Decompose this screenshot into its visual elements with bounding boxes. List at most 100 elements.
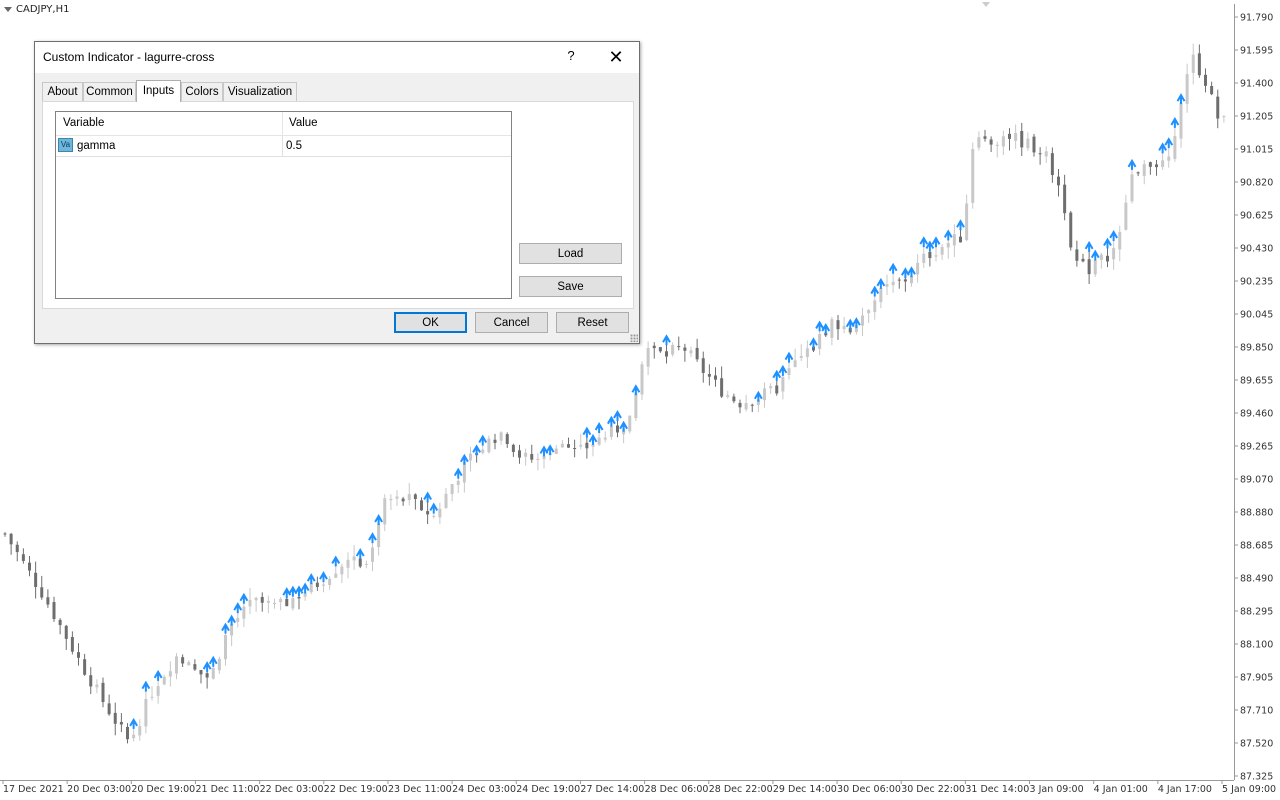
column-value[interactable]: Value xyxy=(289,117,318,129)
candle-body xyxy=(934,255,938,257)
dialog-titlebar[interactable]: Custom Indicator - lagurre-cross ? ✕ xyxy=(35,42,639,73)
price-tick-label: 91.015 xyxy=(1240,145,1273,156)
candle-body xyxy=(126,726,129,740)
candle-body xyxy=(279,598,283,603)
candle-body xyxy=(377,523,381,548)
tab-about[interactable]: About xyxy=(42,82,83,101)
candle-body xyxy=(609,426,613,437)
candle-body xyxy=(830,319,834,338)
price-tick-label: 89.655 xyxy=(1240,376,1273,387)
candle-body xyxy=(89,675,93,687)
close-icon[interactable]: ✕ xyxy=(605,46,627,68)
candle-body xyxy=(340,566,344,575)
price-tick-label: 91.790 xyxy=(1240,13,1273,24)
time-tick-label: 22 Dec 03:00 xyxy=(260,784,324,795)
signal-up-arrow-icon xyxy=(355,548,365,560)
candle-body xyxy=(683,347,687,351)
candle-body xyxy=(628,415,632,432)
candle-body xyxy=(671,345,675,355)
candle-body xyxy=(469,453,472,461)
candle-body xyxy=(1155,164,1158,168)
time-tick-label: 4 Jan 17:00 xyxy=(1158,784,1212,795)
signal-up-arrow-icon xyxy=(870,285,880,297)
price-tick-label: 88.685 xyxy=(1240,541,1273,552)
candle-body xyxy=(315,582,319,587)
signal-up-arrow-icon xyxy=(331,555,341,567)
signal-up-arrow-icon xyxy=(919,236,929,248)
reset-button[interactable]: Reset xyxy=(556,312,629,333)
variable-type-icon: Va xyxy=(58,138,73,152)
tab-inputs[interactable]: Inputs xyxy=(136,80,181,102)
signal-up-arrow-icon xyxy=(943,229,953,241)
candle-body xyxy=(193,664,197,670)
candle-body xyxy=(144,698,148,727)
candle-body xyxy=(1099,254,1103,260)
candle-body xyxy=(781,377,785,392)
dropdown-triangle-icon[interactable] xyxy=(4,6,12,12)
price-tick-label: 90.235 xyxy=(1240,277,1273,288)
time-tick-label: 17 Dec 2021 xyxy=(3,784,64,795)
time-tick-label: 3 Jan 09:00 xyxy=(1030,784,1084,795)
price-tick-label: 90.045 xyxy=(1240,310,1273,321)
candle-body xyxy=(175,656,178,674)
price-tick-label: 88.295 xyxy=(1240,607,1273,618)
candle-body xyxy=(1069,212,1073,248)
signal-up-arrow-icon xyxy=(1109,229,1118,241)
signal-up-arrow-icon xyxy=(1164,137,1174,149)
candle-body xyxy=(903,279,907,282)
symbol-text: CADJPY,H1 xyxy=(16,4,70,15)
signal-up-arrow-icon xyxy=(460,453,469,465)
column-variable[interactable]: Variable xyxy=(63,117,104,129)
resize-grip-icon[interactable] xyxy=(630,334,638,342)
variable-value[interactable]: 0.5 xyxy=(286,140,302,152)
candle-body xyxy=(505,434,509,445)
ok-button[interactable]: OK xyxy=(394,312,467,333)
signal-up-arrow-icon xyxy=(631,384,641,396)
signal-up-arrow-icon xyxy=(876,277,886,289)
dialog-title: Custom Indicator - lagurre-cross xyxy=(43,50,215,64)
candle-body xyxy=(732,396,736,402)
signal-up-arrow-icon xyxy=(429,502,439,514)
candle-body xyxy=(40,587,44,598)
candle-body xyxy=(922,253,926,263)
tab-visualization[interactable]: Visualization xyxy=(223,82,297,101)
table-row[interactable]: Va gamma 0.5 xyxy=(56,136,511,157)
candle-body xyxy=(763,388,766,401)
variable-name: gamma xyxy=(77,140,116,152)
price-tick-label: 87.520 xyxy=(1240,739,1273,750)
candle-body xyxy=(836,320,840,330)
candle-body xyxy=(1050,153,1054,176)
candle-body xyxy=(297,596,301,599)
tab-colors[interactable]: Colors xyxy=(181,82,223,101)
candle-body xyxy=(1001,136,1005,147)
symbol-label: CADJPY,H1 xyxy=(4,4,69,15)
candle-body xyxy=(542,456,546,460)
cancel-button[interactable]: Cancel xyxy=(475,312,548,333)
candle-body xyxy=(714,375,717,380)
price-tick-label: 91.595 xyxy=(1240,46,1273,57)
price-tick-label: 88.100 xyxy=(1240,640,1273,651)
candle-body xyxy=(959,236,962,243)
signal-up-arrow-icon xyxy=(141,680,151,692)
tab-common[interactable]: Common xyxy=(83,82,136,101)
time-tick-label: 21 Dec 11:00 xyxy=(195,784,259,795)
candle-body xyxy=(928,251,932,259)
save-button[interactable]: Save xyxy=(519,276,622,297)
candle-body xyxy=(787,368,791,375)
help-icon[interactable]: ? xyxy=(565,48,577,63)
candle-body xyxy=(695,347,699,360)
candle-body xyxy=(150,696,154,698)
time-tick-label: 23 Dec 11:00 xyxy=(388,784,452,795)
candle-body xyxy=(536,458,540,461)
load-button[interactable]: Load xyxy=(519,243,622,264)
candle-body xyxy=(230,624,234,636)
candle-body xyxy=(242,606,246,619)
candle-body xyxy=(1044,151,1048,157)
time-tick-label: 24 Dec 03:00 xyxy=(452,784,516,795)
candle-body xyxy=(487,438,491,453)
candle-body xyxy=(389,498,393,501)
signal-up-arrow-icon xyxy=(772,369,782,381)
signal-up-arrow-icon xyxy=(809,337,818,349)
signal-up-arrow-icon xyxy=(129,717,138,729)
column-divider[interactable] xyxy=(282,112,283,135)
